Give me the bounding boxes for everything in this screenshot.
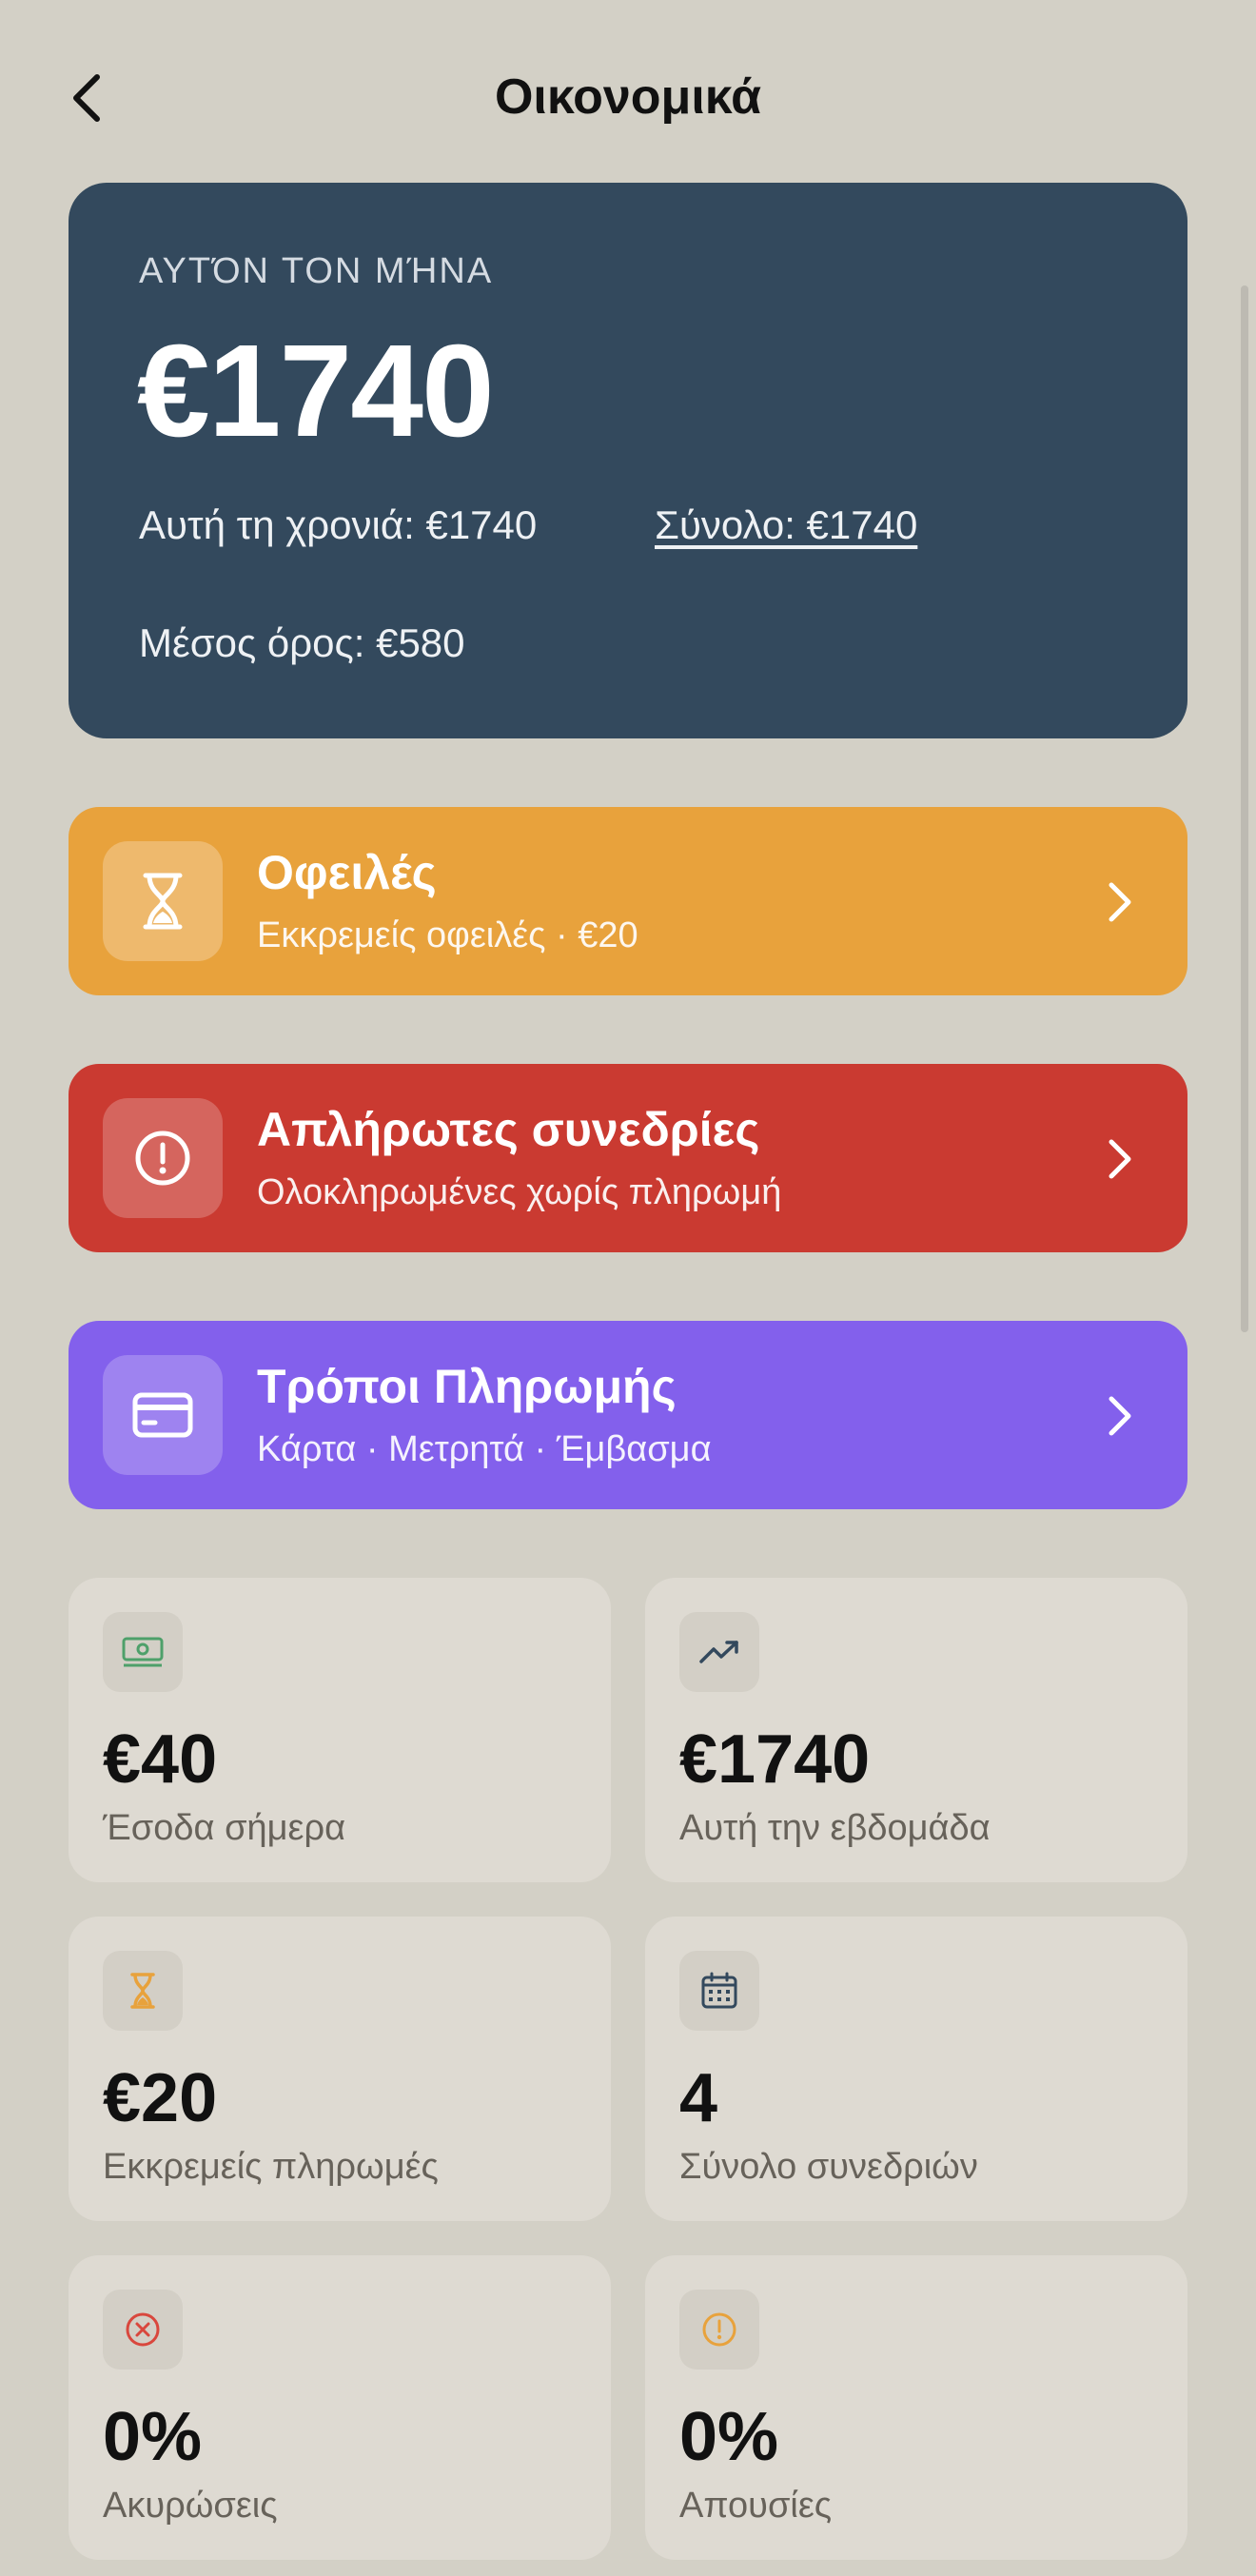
stat-total-sessions: 4 Σύνολο συνεδριών [645, 1917, 1187, 2221]
stat-value: 4 [679, 2060, 718, 2136]
stat-value: 0% [103, 2399, 203, 2475]
stat-label: Εκκρεμείς πληρωμές [103, 2147, 439, 2187]
overall-total-link[interactable]: Σύνολο: €1740 [655, 502, 917, 548]
dues-title: Οφειλές [257, 846, 437, 899]
dues-icon-box [103, 841, 223, 961]
stat-label: Αυτή την εβδομάδα [679, 1808, 991, 1848]
chevron-right-icon [1096, 1132, 1144, 1186]
stat-icon-box [679, 1951, 759, 2031]
stat-label: Απουσίες [679, 2486, 833, 2526]
alert-circle-icon [702, 2312, 736, 2347]
monthly-summary-card: ΑΥΤΌΝ ΤΟΝ ΜΉΝΑ €1740 Αυτή τη χρονιά: €17… [69, 183, 1187, 738]
stat-value: €40 [103, 1721, 218, 1798]
cash-icon [122, 1637, 164, 1667]
stat-label: Ακυρώσεις [103, 2486, 278, 2526]
year-total-text: Αυτή τη χρονιά: €1740 [139, 502, 538, 547]
unpaid-subtitle: Ολοκληρωμένες χωρίς πληρωμή [257, 1172, 782, 1212]
unpaid-sessions-card[interactable]: Απλήρωτες συνεδρίες Ολοκληρωμένες χωρίς … [69, 1064, 1187, 1252]
stat-icon-box [103, 1951, 183, 2031]
trending-up-icon [699, 1641, 738, 1663]
chevron-right-icon [1096, 1389, 1144, 1443]
stat-icon-box [679, 2290, 759, 2370]
stat-label: Έσοδα σήμερα [103, 1808, 346, 1848]
stat-value: €20 [103, 2060, 218, 2136]
payment-methods-card[interactable]: Τρόποι Πληρωμής Κάρτα · Μετρητά · Έμβασμ… [69, 1321, 1187, 1509]
chevron-right-icon [1096, 875, 1144, 929]
unpaid-icon-box [103, 1098, 223, 1218]
summary-caption: ΑΥΤΌΝ ΤΟΝ ΜΉΝΑ [139, 251, 494, 291]
stat-label: Σύνολο συνεδριών [679, 2147, 978, 2187]
summary-amount: €1740 [137, 318, 495, 464]
stat-value: €1740 [679, 1721, 871, 1798]
stat-icon-box [103, 1612, 183, 1692]
stat-income-today: €40 Έσοδα σήμερα [69, 1578, 611, 1882]
header: Οικονομικά [0, 0, 1256, 181]
stat-cancellations: 0% Ακυρώσεις [69, 2255, 611, 2560]
payment-icon-box [103, 1355, 223, 1475]
dues-card[interactable]: Οφειλές Εκκρεμείς οφειλές · €20 [69, 807, 1187, 995]
credit-card-icon [132, 1392, 193, 1438]
scrollbar[interactable] [1241, 285, 1248, 1332]
hourglass-icon [143, 873, 183, 930]
x-circle-icon [126, 2312, 160, 2347]
page-title: Οικονομικά [494, 69, 762, 125]
stat-value: 0% [679, 2399, 779, 2475]
unpaid-title: Απλήρωτες συνεδρίες [257, 1103, 760, 1156]
calendar-icon [701, 1972, 737, 2009]
payment-subtitle: Κάρτα · Μετρητά · Έμβασμα [257, 1429, 712, 1469]
stat-this-week: €1740 Αυτή την εβδομάδα [645, 1578, 1187, 1882]
stat-pending-payments: €20 Εκκρεμείς πληρωμές [69, 1917, 611, 2221]
hourglass-icon [130, 1973, 155, 2009]
stat-absences: 0% Απουσίες [645, 2255, 1187, 2560]
stat-icon-box [103, 2290, 183, 2370]
payment-title: Τρόποι Πληρωμής [257, 1360, 677, 1413]
stat-icon-box [679, 1612, 759, 1692]
average-text: Μέσος όρος: €580 [139, 620, 465, 665]
alert-circle-icon [135, 1131, 190, 1186]
dues-subtitle: Εκκρεμείς οφειλές · €20 [257, 915, 638, 955]
